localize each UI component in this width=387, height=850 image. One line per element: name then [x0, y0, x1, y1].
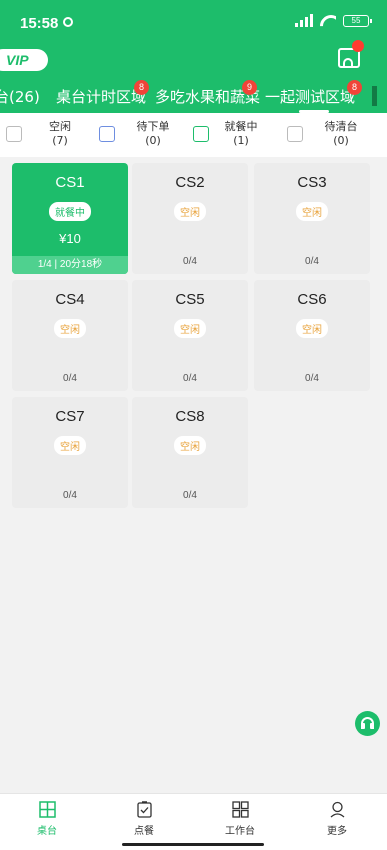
customer-service-button[interactable]: [355, 711, 380, 736]
table-status-badge: 空闲: [174, 202, 206, 221]
tab-test-area[interactable]: 一起测试区域: [265, 86, 355, 107]
grid-icon: [231, 801, 249, 818]
tab-all[interactable]: 台(26): [0, 86, 40, 107]
nav-workbench[interactable]: 工作台: [210, 801, 270, 837]
tab-badge: 8: [134, 80, 149, 95]
table-card-cs6[interactable]: CS6 空闲 0/4: [254, 280, 370, 391]
signal-icon: [295, 14, 313, 27]
wifi-icon: [320, 15, 336, 27]
tab-timer-area[interactable]: 桌台计时区域: [56, 86, 146, 107]
table-status-badge: 空闲: [54, 436, 86, 455]
table-name: CS7: [55, 408, 85, 425]
table-card-cs2[interactable]: CS2 空闲 0/4: [132, 163, 248, 274]
table-footer: 0/4: [63, 373, 77, 384]
order-icon: [136, 801, 152, 818]
nav-more[interactable]: 更多: [307, 801, 367, 837]
status-legend: 空闲 (7) 待下单 (0) 就餐中 (1) 待清台 (0): [0, 113, 387, 157]
bottom-nav: 桌台 点餐 工作台 更多: [0, 793, 387, 850]
legend-idle[interactable]: 空闲 (7): [38, 120, 82, 148]
tab-badge: 9: [242, 80, 257, 95]
table-card-cs8[interactable]: CS8 空闲 0/4: [132, 397, 248, 508]
legend-pending[interactable]: 待下单 (0): [131, 120, 175, 148]
nav-order[interactable]: 点餐: [114, 801, 174, 837]
legend-dining-box[interactable]: [193, 126, 209, 142]
cast-wave-icon: [343, 58, 353, 66]
status-icons: 55: [295, 14, 372, 27]
table-status-badge: 就餐中: [49, 202, 91, 221]
table-footer: 0/4: [183, 256, 197, 267]
table-amount: ¥10: [59, 231, 81, 246]
legend-cleaning-box[interactable]: [287, 126, 303, 142]
home-indicator: [122, 843, 264, 846]
table-name: CS3: [297, 174, 327, 191]
tab-badge: 8: [347, 80, 362, 95]
nav-label: 桌台: [37, 826, 57, 837]
app-header: 15:58 55 VIP 台(26) 桌台计时区域 8 多吃水果和蔬菜 9 一起…: [0, 0, 387, 113]
table-footer: 1/4 | 20分18秒: [12, 256, 128, 274]
table-name: CS1: [55, 174, 85, 191]
table-status-badge: 空闲: [296, 202, 328, 221]
headset-ear-left: [361, 723, 365, 729]
table-card-cs3[interactable]: CS3 空闲 0/4: [254, 163, 370, 274]
legend-dining[interactable]: 就餐中 (1): [219, 120, 263, 148]
table-footer: 0/4: [305, 256, 319, 267]
table-status-badge: 空闲: [54, 319, 86, 338]
nav-tables[interactable]: 桌台: [17, 801, 77, 837]
table-status-badge: 空闲: [296, 319, 328, 338]
headset-ear-right: [370, 723, 374, 729]
status-bar: 15:58 55: [0, 0, 387, 40]
tabs-scroll-edge: [372, 86, 377, 106]
table-name: CS4: [55, 291, 85, 308]
notification-icon: [63, 17, 73, 27]
legend-pending-box[interactable]: [99, 126, 115, 142]
table-footer: 0/4: [305, 373, 319, 384]
table-name: CS5: [175, 291, 205, 308]
notification-dot: [352, 40, 364, 52]
table-icon: [38, 801, 56, 818]
status-time: 15:58: [20, 15, 59, 32]
vip-badge[interactable]: VIP: [0, 49, 48, 71]
battery-icon: 55: [343, 14, 372, 27]
table-footer: 0/4: [63, 490, 77, 501]
table-card-cs5[interactable]: CS5 空闲 0/4: [132, 280, 248, 391]
legend-idle-box[interactable]: [6, 126, 22, 142]
table-card-cs4[interactable]: CS4 空闲 0/4: [12, 280, 128, 391]
table-status-badge: 空闲: [174, 436, 206, 455]
table-name: CS8: [175, 408, 205, 425]
nav-label: 点餐: [134, 826, 154, 837]
table-name: CS6: [297, 291, 327, 308]
table-footer: 0/4: [183, 490, 197, 501]
table-name: CS2: [175, 174, 205, 191]
table-card-cs7[interactable]: CS7 空闲 0/4: [12, 397, 128, 508]
legend-cleaning[interactable]: 待清台 (0): [319, 120, 363, 148]
table-status-badge: 空闲: [174, 319, 206, 338]
area-tabs: 台(26) 桌台计时区域 8 多吃水果和蔬菜 9 一起测试区域 8: [0, 80, 387, 113]
user-icon: [330, 801, 344, 818]
table-footer: 0/4: [183, 373, 197, 384]
nav-label: 更多: [327, 826, 347, 837]
table-card-cs1[interactable]: CS1 就餐中 ¥10 1/4 | 20分18秒: [12, 163, 128, 274]
nav-label: 工作台: [225, 826, 255, 837]
